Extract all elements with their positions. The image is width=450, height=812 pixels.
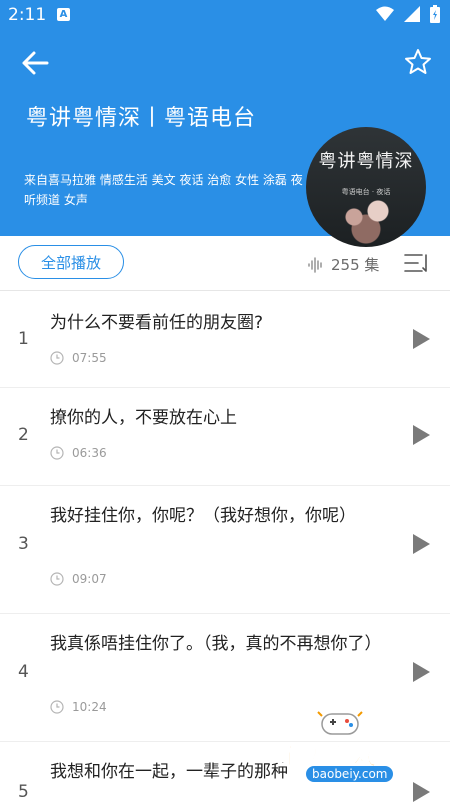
episode-meta: 06:36 <box>50 446 107 460</box>
episode-index: 2 <box>18 425 29 445</box>
episode-index: 3 <box>18 534 29 554</box>
clock-icon <box>50 446 64 460</box>
status-icons <box>376 5 440 23</box>
episode-meta: 10:24 <box>50 700 107 714</box>
cover-subtitle: 粤语电台 · 夜话 <box>341 188 391 196</box>
play-icon[interactable] <box>410 532 432 556</box>
episode-meta: 07:55 <box>50 351 107 365</box>
signal-icon <box>404 6 420 22</box>
status-time: 2:11 <box>8 5 47 25</box>
cover-title: 粤讲粤情深 <box>318 151 414 172</box>
episode-index: 4 <box>18 662 29 682</box>
episode-meta: 09:07 <box>50 572 107 586</box>
album-title: 粤讲粤情深丨粤语电台 <box>26 106 257 131</box>
clock-icon <box>50 351 64 365</box>
album-header: 粤讲粤情深丨粤语电台 来自喜马拉雅 情感生活 美文 夜话 治愈 女性 涂磊 夜听… <box>0 30 450 247</box>
episode-title: 我好挂住你，你呢？（我好想你，你呢） <box>50 506 356 526</box>
episode-index: 5 <box>18 782 29 802</box>
arrow-left-icon[interactable] <box>20 50 50 76</box>
episode-title: 我真係唔挂住你了。（我，真的不再想你了） <box>50 634 382 654</box>
episode-row[interactable]: 3 我好挂住你，你呢？（我好想你，你呢） 09:07 <box>0 486 450 614</box>
playlist-toolbar: 全部播放 255 集 <box>0 236 450 291</box>
clock-icon <box>50 572 64 586</box>
play-icon[interactable] <box>410 327 432 351</box>
album-cover[interactable]: 粤讲粤情深 粤语电台 · 夜话 <box>306 127 426 247</box>
episode-duration: 06:36 <box>72 446 107 460</box>
clock-icon <box>50 700 64 714</box>
episode-duration: 07:55 <box>72 351 107 365</box>
wifi-icon <box>376 6 394 21</box>
episode-title: 撩你的人，不要放在心上 <box>50 408 237 428</box>
status-bar: 2:11 A <box>0 0 450 30</box>
episode-title: 为什么不要看前任的朋友圈? <box>50 313 264 333</box>
gamepad-icon <box>317 711 363 735</box>
episode-count: 255 集 <box>307 254 379 275</box>
episode-count-label: 255 集 <box>331 256 380 274</box>
play-icon[interactable] <box>410 660 432 684</box>
watermark-url: baobeiy.com <box>306 766 394 782</box>
sort-icon[interactable] <box>404 252 430 274</box>
episode-row[interactable]: 2 撩你的人，不要放在心上 06:36 <box>0 388 450 486</box>
play-all-button[interactable]: 全部播放 <box>18 245 124 279</box>
audio-wave-icon <box>308 256 322 273</box>
album-tags: 来自喜马拉雅 情感生活 美文 夜话 治愈 女性 涂磊 夜听频道 女声 <box>24 173 303 207</box>
notification-a-icon: A <box>57 8 70 21</box>
site-watermark: 宝贝游戏网 baobeiy.com <box>272 708 448 800</box>
play-icon[interactable] <box>410 423 432 447</box>
battery-icon <box>430 5 440 23</box>
episode-index: 1 <box>18 329 29 349</box>
episode-row[interactable]: 1 为什么不要看前任的朋友圈? 07:55 <box>0 291 450 388</box>
star-outline-icon[interactable] <box>404 48 432 76</box>
episode-duration: 10:24 <box>72 700 107 714</box>
episode-duration: 09:07 <box>72 572 107 586</box>
